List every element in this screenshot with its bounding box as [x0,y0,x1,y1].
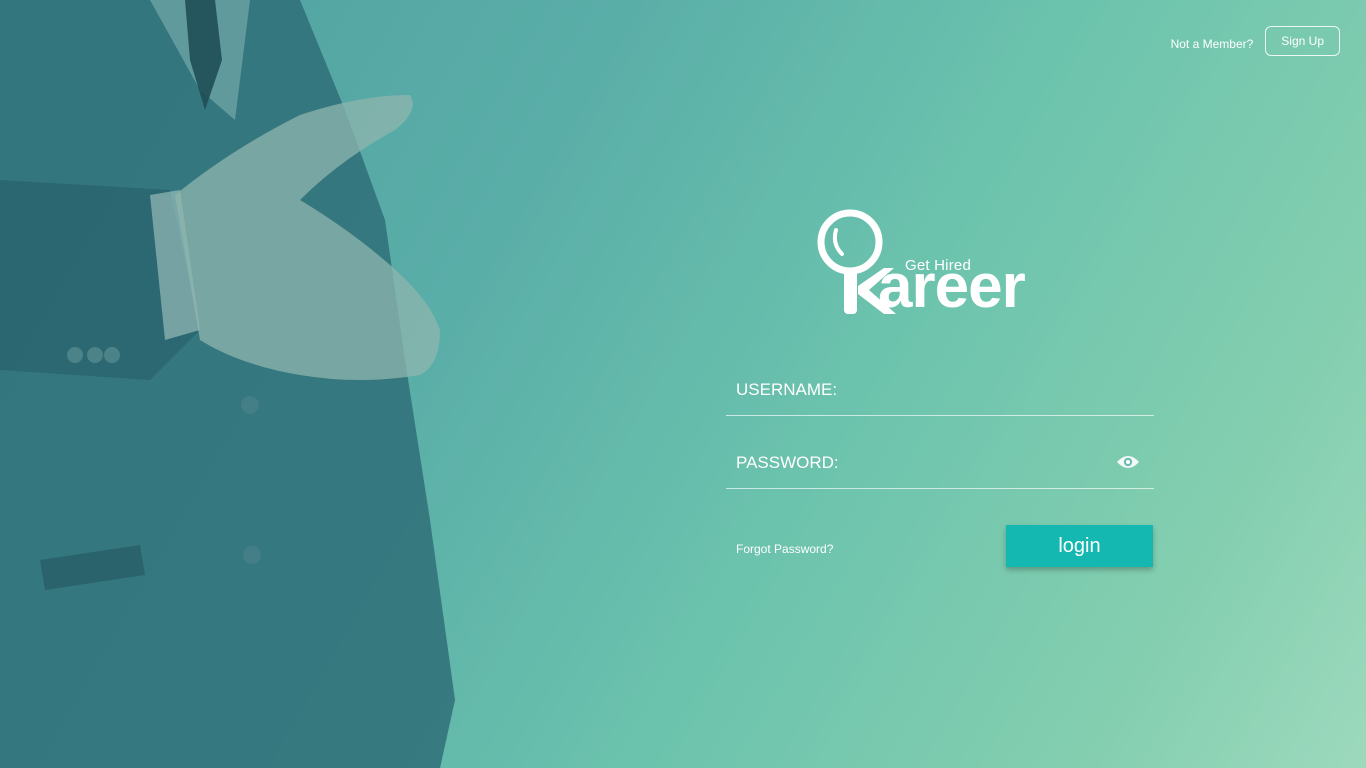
logo-wordmark: areer [878,252,1026,321]
top-right-header: Not a Member? Sign Up [1171,26,1340,56]
password-input[interactable] [838,437,1154,489]
login-button[interactable]: login [1006,525,1153,567]
username-field: USERNAME: [726,364,1154,416]
password-label: PASSWORD: [736,453,839,472]
login-page: Not a Member? Sign Up Get Hired areer US… [0,0,1366,768]
kareer-logo: Get Hired areer [814,208,1066,320]
background-businessman-image [0,0,560,768]
sign-up-button[interactable]: Sign Up [1265,26,1340,56]
forgot-password-link[interactable]: Forgot Password? [736,542,833,556]
username-label: USERNAME: [736,380,838,399]
username-input[interactable] [837,364,1154,416]
not-member-text: Not a Member? [1170,37,1254,51]
show-password-eye-icon[interactable] [1116,454,1140,470]
password-field: PASSWORD: [726,437,1154,489]
login-form: USERNAME: PASSWORD: Forgot Password? log… [726,364,1154,569]
form-actions: Forgot Password? login [726,525,1154,569]
